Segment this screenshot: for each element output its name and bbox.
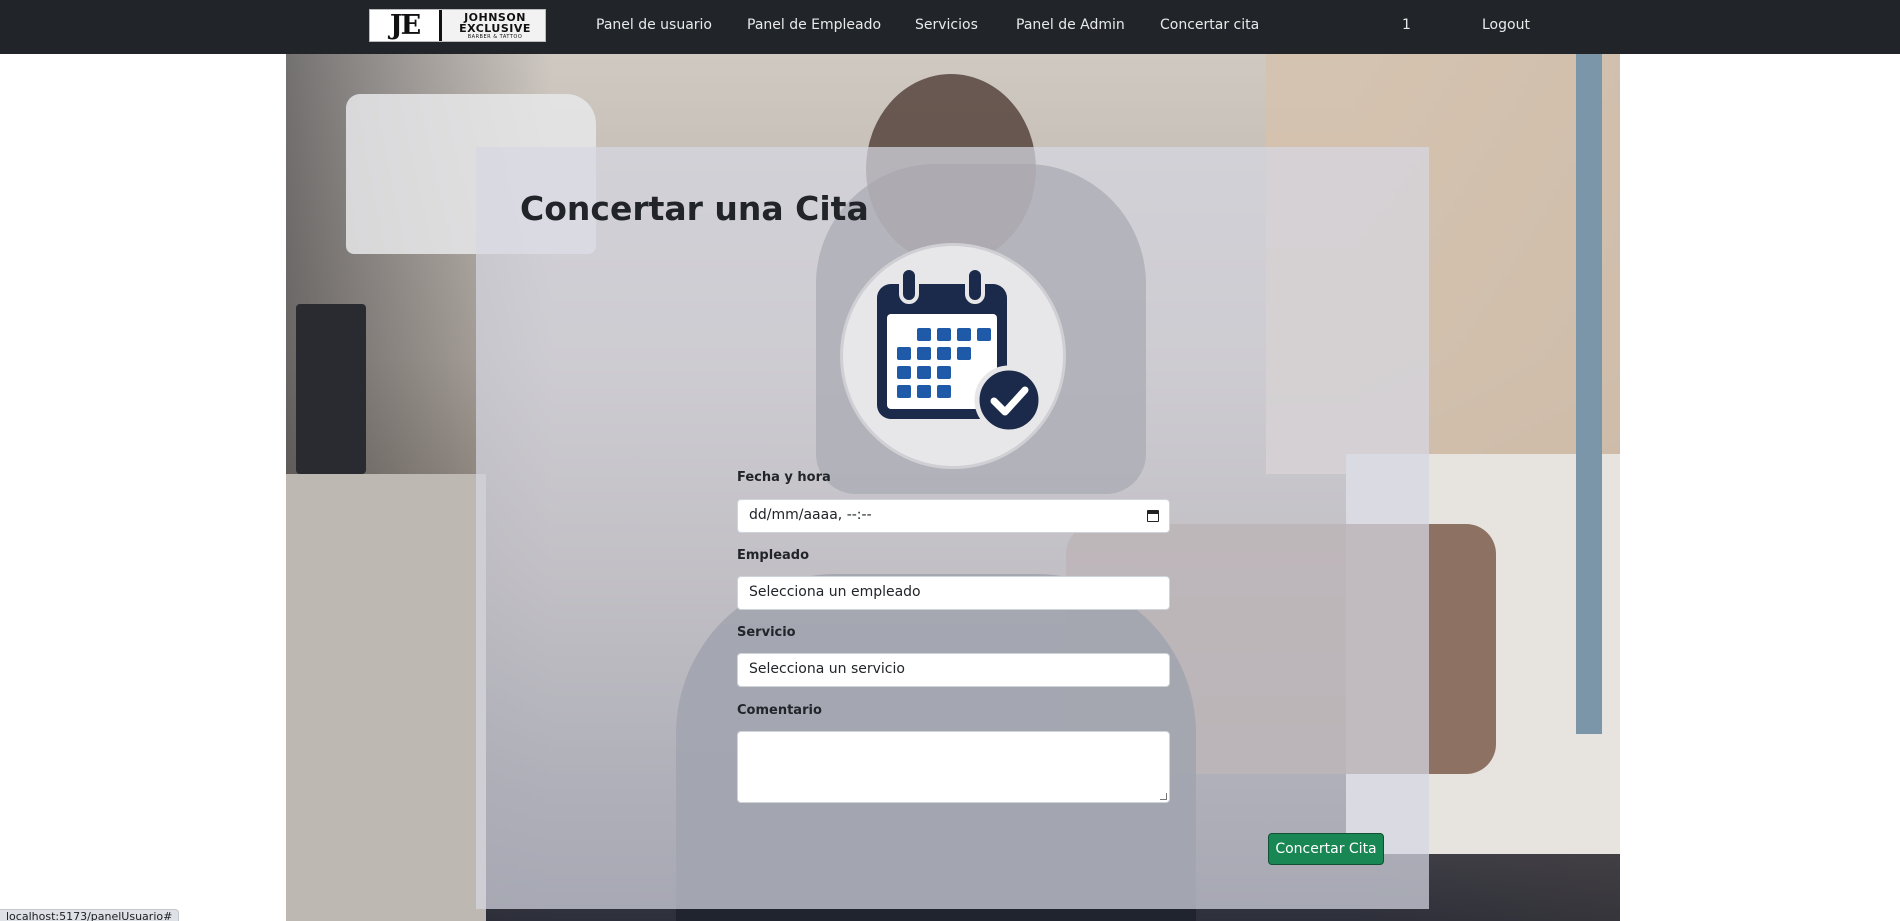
calendar-picker-icon[interactable] [1147, 510, 1159, 522]
navbar: JE JOHNSON EXCLUSIVE BARBER & TATTOO Pan… [0, 0, 1900, 54]
service-label: Servicio [737, 625, 796, 640]
service-select-value: Selecciona un servicio [749, 661, 905, 677]
nav-user-id[interactable]: 1 [1402, 17, 1411, 33]
calendar-check-icon [840, 243, 1066, 469]
brand-logo[interactable]: JE JOHNSON EXCLUSIVE BARBER & TATTOO [369, 9, 546, 42]
brand-line-3: BARBER & TATTOO [467, 33, 523, 40]
nav-link-panel-empleado[interactable]: Panel de Empleado [747, 17, 881, 33]
datetime-input[interactable]: dd/mm/aaaa, --:-- [737, 499, 1170, 533]
appointment-form-card: Concertar una Cita Fecha y hora dd/mm/aa… [476, 147, 1429, 909]
page-title: Concertar una Cita [520, 189, 869, 228]
employee-label: Empleado [737, 548, 810, 563]
nav-link-panel-admin[interactable]: Panel de Admin [1016, 17, 1125, 33]
submit-appointment-button[interactable]: Concertar Cita [1268, 833, 1384, 865]
brand-monogram: JE [370, 10, 442, 41]
nav-link-panel-usuario[interactable]: Panel de usuario [596, 17, 712, 33]
logout-button[interactable]: Logout [1482, 17, 1530, 33]
background-sidewalk [286, 474, 486, 921]
resize-grip-icon[interactable] [1160, 793, 1167, 800]
nav-link-concertar-cita[interactable]: Concertar cita [1160, 17, 1259, 33]
employee-select[interactable]: Selecciona un empleado [737, 576, 1170, 610]
service-select[interactable]: Selecciona un servicio [737, 653, 1170, 687]
employee-select-value: Selecciona un empleado [749, 584, 921, 600]
status-bar-url: localhost:5173/panelUsuario# [0, 909, 180, 921]
background-pole [1576, 54, 1602, 734]
nav-link-servicios[interactable]: Servicios [915, 17, 978, 33]
comment-label: Comentario [737, 703, 822, 718]
background-trash-bin [296, 304, 366, 474]
datetime-label: Fecha y hora [737, 470, 831, 485]
brand-line-2: EXCLUSIVE [459, 21, 531, 35]
brand-wordmark: JOHNSON EXCLUSIVE BARBER & TATTOO [442, 12, 545, 40]
datetime-value: dd/mm/aaaa, --:-- [749, 507, 872, 523]
comment-textarea[interactable] [737, 731, 1170, 803]
brand-line-1: JOHNSON [464, 10, 526, 24]
